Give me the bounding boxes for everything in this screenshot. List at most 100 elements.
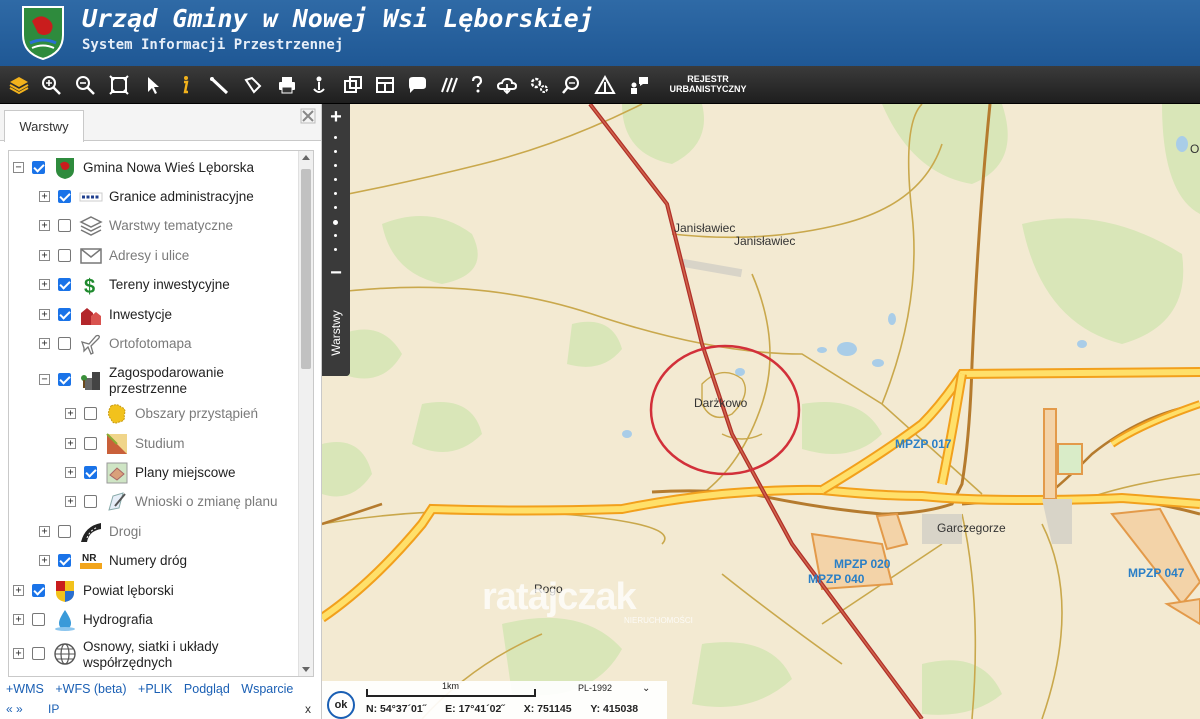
layer-row-studium: + Studium: [9, 431, 299, 457]
layer-checkbox[interactable]: [32, 584, 45, 597]
expand-toggle[interactable]: +: [39, 309, 50, 320]
layer-label: Numery dróg: [109, 553, 188, 568]
expand-toggle[interactable]: +: [39, 338, 50, 349]
copy-icon[interactable]: [338, 70, 368, 100]
layer-row-tereny: + $ Tereny inwestycyjne: [9, 272, 299, 298]
hatch-icon[interactable]: [434, 70, 464, 100]
measure-distance-icon[interactable]: [204, 70, 234, 100]
link-wfs[interactable]: +WFS (beta): [55, 682, 126, 696]
layer-label: Tereny inwestycyjne: [109, 277, 230, 292]
expand-toggle[interactable]: +: [39, 191, 50, 202]
zoom-current-dot[interactable]: [333, 220, 338, 225]
layer-checkbox[interactable]: [84, 437, 97, 450]
layer-checkbox[interactable]: [84, 495, 97, 508]
cloud-icon[interactable]: [492, 70, 522, 100]
scroll-down-arrow-icon[interactable]: [302, 667, 310, 672]
link-wms[interactable]: +WMS: [6, 682, 44, 696]
expand-toggle[interactable]: +: [39, 555, 50, 566]
close-footer-button[interactable]: x: [305, 702, 311, 716]
longitude-readout: E: 17°41´02˝: [445, 703, 505, 715]
zoom-out-icon[interactable]: [70, 70, 100, 100]
layer-checkbox[interactable]: [58, 337, 71, 350]
ip-link[interactable]: IP: [48, 702, 59, 716]
ok-button[interactable]: ok: [327, 691, 355, 719]
mpzp-label: MPZP 047: [1128, 566, 1185, 580]
layers-side-tab[interactable]: Warstwy: [322, 292, 350, 376]
crs-select[interactable]: PL-1992: [578, 683, 612, 693]
rejestr-urbanistyczny-button[interactable]: REJESTR URBANISTYCZNY: [662, 74, 754, 94]
panel-tab-strip: Warstwy: [0, 104, 321, 142]
map-view[interactable]: Janisławiec Janisławiec Darżkowo Garczeg…: [322, 104, 1200, 719]
print-icon[interactable]: [272, 70, 302, 100]
layer-row-ortofotomapa: + Ortofotomapa: [9, 331, 299, 357]
close-panel-icon[interactable]: [300, 108, 316, 124]
expand-toggle[interactable]: +: [65, 496, 76, 507]
zoom-level-dot[interactable]: [334, 178, 337, 181]
zoom-out-button[interactable]: −: [322, 262, 350, 284]
link-podglad[interactable]: Podgląd: [184, 682, 230, 696]
expand-toggle[interactable]: +: [13, 648, 24, 659]
expand-toggle[interactable]: +: [13, 614, 24, 625]
expand-toggle[interactable]: +: [39, 526, 50, 537]
expand-toggle[interactable]: +: [65, 438, 76, 449]
zoom-extent-icon[interactable]: [104, 70, 134, 100]
main-toolbar: REJESTR URBANISTYCZNY: [0, 66, 1200, 104]
chevron-down-icon[interactable]: ⌄: [642, 683, 650, 694]
map-canvas[interactable]: [322, 104, 1200, 719]
scroll-thumb[interactable]: [301, 169, 311, 369]
layer-checkbox[interactable]: [58, 554, 71, 567]
scroll-up-arrow-icon[interactable]: [302, 155, 310, 160]
expand-toggle[interactable]: +: [39, 250, 50, 261]
tab-warstwy[interactable]: Warstwy: [4, 110, 84, 142]
zoom-level-dot[interactable]: [334, 192, 337, 195]
expand-toggle[interactable]: +: [65, 467, 76, 478]
comment-icon[interactable]: [402, 70, 432, 100]
measure-area-icon[interactable]: [238, 70, 268, 100]
zoom-level-dot[interactable]: [334, 248, 337, 251]
search-icon[interactable]: [556, 70, 586, 100]
zoom-level-dot[interactable]: [334, 150, 337, 153]
layer-checkbox[interactable]: [32, 613, 45, 626]
mpzp-label: MPZP 040: [808, 572, 865, 586]
select-icon[interactable]: [138, 70, 168, 100]
zoom-level-dot[interactable]: [334, 136, 337, 139]
expand-toggle[interactable]: +: [39, 220, 50, 231]
layer-checkbox[interactable]: [58, 219, 71, 232]
help-icon[interactable]: [462, 70, 492, 100]
zoom-level-dot[interactable]: [334, 164, 337, 167]
layer-checkbox[interactable]: [58, 249, 71, 262]
tree-scrollbar[interactable]: [298, 151, 313, 676]
zoom-level-dot[interactable]: [334, 234, 337, 237]
link-plik[interactable]: +PLIK: [138, 682, 172, 696]
layer-checkbox[interactable]: [32, 161, 45, 174]
layer-row-wnioski: + Wnioski o zmianę planu: [9, 489, 299, 515]
location-icon[interactable]: [304, 70, 334, 100]
collapse-toggle[interactable]: −: [39, 374, 50, 385]
layer-checkbox[interactable]: [84, 407, 97, 420]
nav-arrows[interactable]: « »: [6, 702, 23, 716]
warning-icon[interactable]: [590, 70, 620, 100]
layer-checkbox[interactable]: [58, 373, 71, 386]
expand-toggle[interactable]: +: [13, 585, 24, 596]
info-icon[interactable]: [170, 70, 200, 100]
watermark-sub: NIERUCHOMOŚCI: [624, 616, 693, 625]
layer-checkbox[interactable]: [32, 647, 45, 660]
app-subtitle: System Informacji Przestrzennej: [82, 37, 344, 53]
layer-checkbox[interactable]: [58, 308, 71, 321]
expand-toggle[interactable]: +: [65, 408, 76, 419]
layout-icon[interactable]: [370, 70, 400, 100]
link-wsparcie[interactable]: Wsparcie: [241, 682, 293, 696]
zoom-in-icon[interactable]: [36, 70, 66, 100]
settings-icon[interactable]: [524, 70, 554, 100]
layers-stack-icon: [79, 216, 103, 236]
zoom-level-dot[interactable]: [334, 206, 337, 209]
user-chat-icon[interactable]: [624, 70, 654, 100]
layer-checkbox[interactable]: [84, 466, 97, 479]
zoom-in-button[interactable]: +: [322, 106, 350, 128]
collapse-toggle[interactable]: −: [13, 162, 24, 173]
layer-checkbox[interactable]: [58, 525, 71, 538]
layers-icon[interactable]: [4, 70, 34, 100]
layer-checkbox[interactable]: [58, 190, 71, 203]
expand-toggle[interactable]: +: [39, 279, 50, 290]
layer-checkbox[interactable]: [58, 278, 71, 291]
